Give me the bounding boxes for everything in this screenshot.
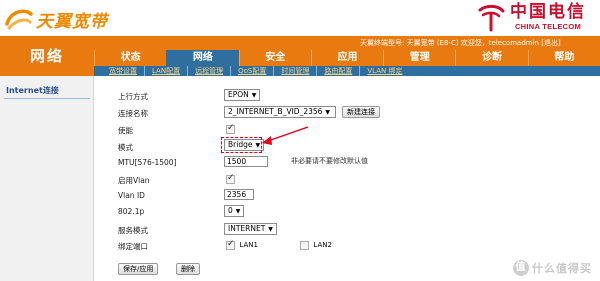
mtu-input[interactable]: 1500: [224, 156, 268, 167]
bind-port-label: 绑定端口: [118, 242, 148, 251]
sidebar-item-internet[interactable]: Internet连接: [6, 85, 59, 96]
china-telecom-cn: 中国电信: [510, 2, 586, 22]
china-telecom-logo: 中国电信 CHINA TELECOM: [476, 2, 586, 32]
header: 天翼宽带 中国电信 CHINA TELECOM: [0, 0, 600, 36]
subtab-qos[interactable]: QoS配置: [231, 66, 275, 76]
tab-diagnostics[interactable]: 诊断: [455, 50, 527, 66]
priority-select[interactable]: 0 ▼: [224, 205, 245, 217]
connection-name-label: 连接名称: [118, 109, 148, 118]
delete-button[interactable]: 删除: [176, 263, 200, 275]
main-tabs: 状态 网络 安全 应用 管理 诊断 帮助: [94, 50, 600, 66]
tianyi-swirl-icon: [5, 9, 33, 30]
logout-link[interactable]: [退出]: [541, 39, 560, 47]
lan1-label: LAN1: [239, 241, 258, 249]
watermark-text: 什么值得买: [532, 262, 592, 275]
lan2-label: LAN2: [313, 241, 332, 249]
chevron-down-icon: ▼: [325, 109, 331, 116]
tianyi-logo: 天翼宽带: [4, 6, 108, 32]
tab-network[interactable]: 网络: [166, 50, 239, 66]
enable-vlan-label: 启用Vlan: [118, 176, 150, 185]
vlan-id-input[interactable]: 2356: [224, 189, 254, 200]
new-connection-button[interactable]: 新建连接: [342, 106, 380, 118]
chevron-down-icon: ▼: [235, 208, 241, 215]
device-info-text: 天翼终端型号: 天翼宽带 (E8-C) 欢迎您，telecomadmin: [360, 39, 539, 47]
mode-label: 模式: [118, 143, 133, 152]
sidebar-divider: [4, 98, 90, 99]
priority-value: 0: [228, 206, 233, 215]
chevron-down-icon: ▼: [268, 226, 273, 233]
device-info: 天翼终端型号: 天翼宽带 (E8-C) 欢迎您，telecomadmin [退出…: [360, 37, 600, 49]
tab-management[interactable]: 管理: [383, 50, 455, 66]
uplink-mode-label: 上行方式: [118, 92, 148, 101]
lan2-checkbox[interactable]: [300, 240, 309, 250]
china-telecom-en: CHINA TELECOM: [514, 22, 582, 31]
subtab-route[interactable]: 路由配置: [317, 66, 361, 76]
watermark-icon: 值: [513, 260, 529, 276]
subtab-remote[interactable]: 远程管理: [188, 66, 232, 76]
mtu-hint: 非必要请不要修改默认值: [291, 157, 368, 165]
china-telecom-icon: [478, 4, 505, 32]
connection-name-value: 2_INTERNET_B_VID_2356: [228, 107, 323, 116]
enable-checkbox[interactable]: [226, 123, 235, 134]
service-mode-select[interactable]: INTERNET ▼: [224, 223, 277, 235]
priority-label: 802.1p: [118, 207, 145, 216]
vlan-id-label: Vlan ID: [118, 191, 145, 200]
sidebar: Internet连接: [0, 76, 94, 281]
subtab-vlan-bind[interactable]: VLAN 绑定: [360, 66, 409, 76]
enable-vlan-checkbox[interactable]: [226, 173, 235, 184]
save-apply-button[interactable]: 保存/应用: [118, 263, 159, 275]
uplink-mode-select[interactable]: EPON ▼: [224, 89, 261, 101]
service-mode-value: INTERNET: [228, 224, 266, 233]
tab-help[interactable]: 帮助: [527, 50, 600, 66]
tab-applications[interactable]: 应用: [310, 50, 383, 66]
chevron-down-icon: ▼: [251, 92, 257, 99]
mtu-label: MTU[576-1500]: [118, 158, 177, 167]
sub-tabs: 宽带设置 LAN配置 远程管理 QoS配置 时间管理 路由配置 VLAN 绑定: [94, 66, 600, 76]
highlight-box: [221, 137, 262, 153]
uplink-mode-value: EPON: [228, 90, 249, 99]
section-title: 网络: [29, 47, 64, 65]
subtab-time[interactable]: 时间管理: [274, 66, 318, 76]
connection-name-select[interactable]: 2_INTERNET_B_VID_2356 ▼: [224, 106, 336, 118]
watermark: 值 什么值得买: [513, 260, 592, 276]
lan1-checkbox[interactable]: [226, 239, 235, 250]
tab-status[interactable]: 状态: [94, 50, 166, 66]
tab-security[interactable]: 安全: [238, 50, 311, 66]
tianyi-logo-text: 天翼宽带: [36, 11, 108, 32]
service-mode-label: 服务模式: [118, 226, 148, 235]
enable-label: 使能: [118, 126, 133, 135]
red-arrow-icon: [262, 126, 309, 145]
subtab-lan[interactable]: LAN配置: [145, 66, 189, 76]
subtab-broadband[interactable]: 宽带设置: [102, 66, 145, 76]
